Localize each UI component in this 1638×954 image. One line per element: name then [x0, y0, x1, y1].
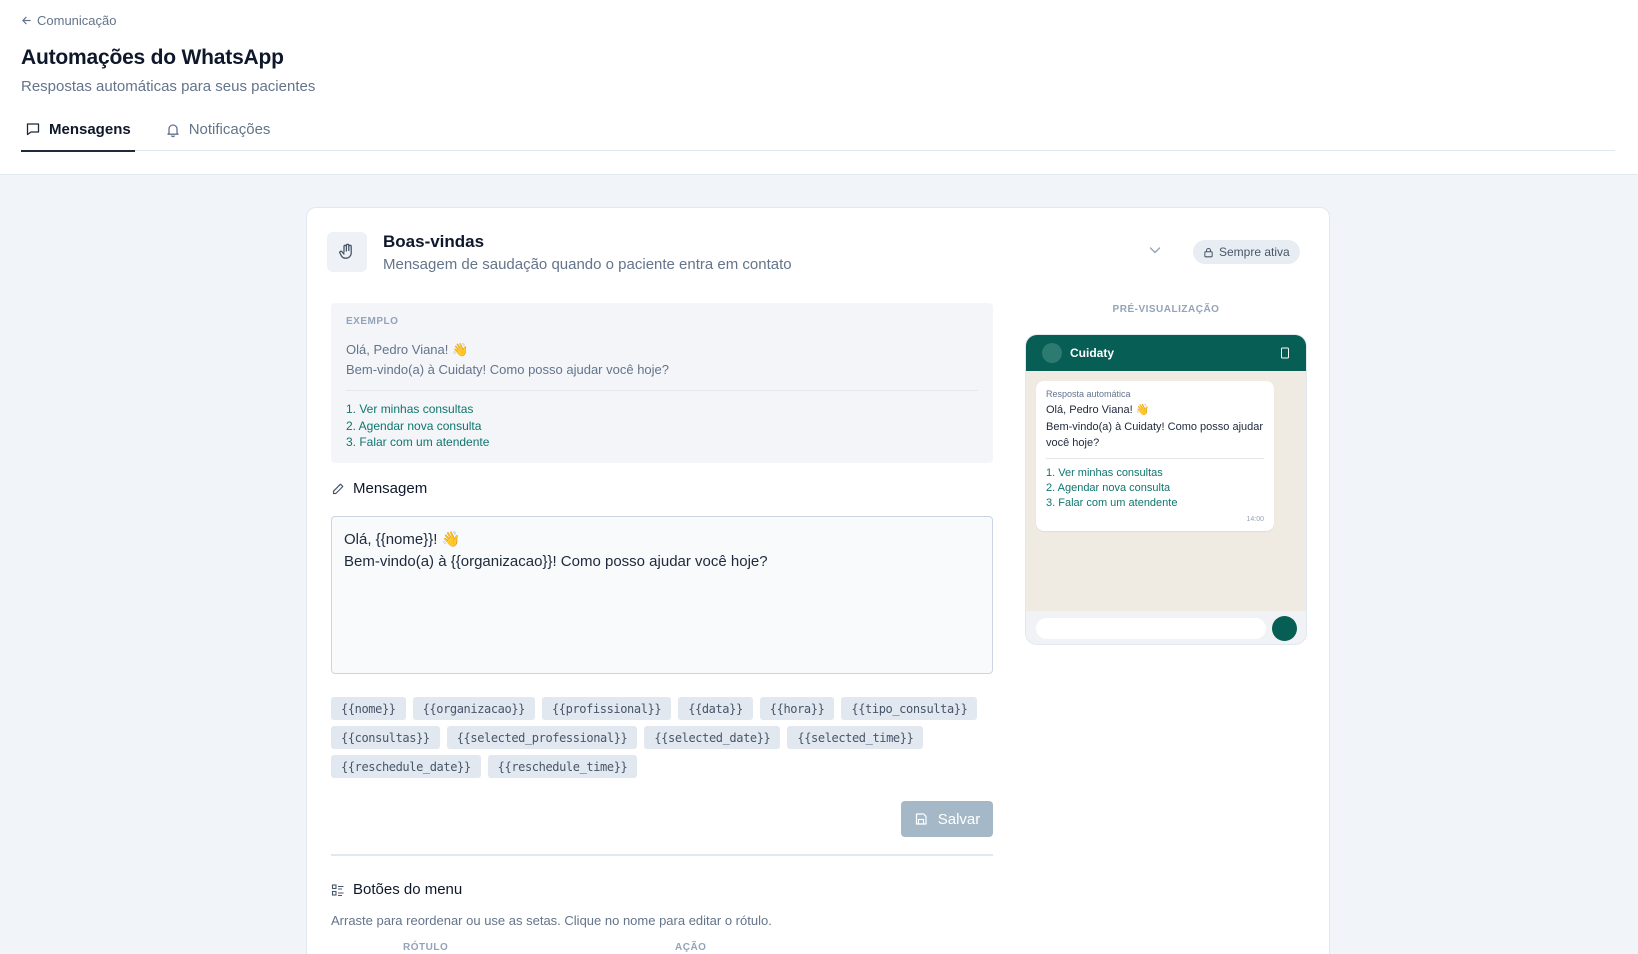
arrow-left-icon [22, 16, 31, 25]
lock-icon [1204, 247, 1213, 257]
variable-chip[interactable]: {{selected_date}} [644, 726, 781, 749]
automation-title: Boas-vindas [383, 232, 485, 251]
message-bubble: Resposta automática Olá, Pedro Viana! 👋 … [1036, 381, 1274, 531]
page-subtitle: Respostas automáticas para seus paciente… [21, 78, 316, 95]
example-option: 3. Falar com um atendente [346, 435, 490, 449]
bubble-option: 1. Ver minhas consultas [1046, 466, 1163, 479]
example-box: EXEMPLO Olá, Pedro Viana! 👋 Bem-vindo(a)… [331, 303, 993, 463]
column-header-action: AÇÃO [675, 942, 707, 953]
bubble-options: 1. Ver minhas consultas 2. Agendar nova … [1046, 466, 1264, 511]
phone-icon [1281, 347, 1289, 359]
variable-chip[interactable]: {{tipo_consulta}} [841, 697, 978, 720]
chevron-down-icon[interactable] [1147, 242, 1163, 258]
tab-label: Notificações [188, 121, 271, 138]
whatsapp-input-bar [1026, 611, 1306, 644]
save-icon [915, 813, 927, 825]
pencil-icon [332, 483, 344, 494]
column-header-label: RÓTULO [403, 942, 449, 953]
example-option: 1. Ver minhas consultas [346, 402, 474, 416]
variable-chip[interactable]: {{organizacao}} [412, 697, 535, 720]
tab-label: Mensagens [49, 120, 131, 138]
page-header: Comunicação Automações do WhatsApp Respo… [0, 0, 1638, 175]
variable-chip[interactable]: {{profissional}} [541, 697, 672, 720]
message-section-heading: Mensagem [331, 480, 427, 497]
menu-section-heading: Botões do menu [331, 881, 462, 898]
divider [331, 854, 993, 856]
tab-bar: Mensagens Notificações [21, 108, 1615, 152]
status-badge-label: Sempre ativa [1219, 245, 1290, 259]
back-link-label: Comunicação [37, 13, 117, 28]
bubble-option: 2. Agendar nova consulta [1046, 481, 1171, 494]
divider [1046, 457, 1264, 459]
status-badge: Sempre ativa [1193, 240, 1300, 264]
whatsapp-header: Cuidaty [1026, 335, 1306, 371]
contact-name: Cuidaty [1070, 346, 1115, 360]
divider [346, 390, 978, 391]
back-link[interactable]: Comunicação [21, 13, 117, 28]
avatar [1042, 343, 1062, 363]
save-button-label: Salvar [937, 810, 981, 828]
variable-chip[interactable]: {{data}} [678, 697, 753, 720]
variable-chip[interactable]: {{nome}} [331, 697, 406, 720]
auto-reply-label: Resposta automática [1046, 389, 1131, 399]
preview-label: PRÉ-VISUALIZAÇÃO [1112, 304, 1220, 315]
bubble-text: Olá, Pedro Viana! 👋 Bem-vindo(a) à Cuida… [1046, 404, 1264, 449]
example-options: 1. Ver minhas consultas 2. Agendar nova … [346, 401, 978, 451]
page-title: Automações do WhatsApp [21, 46, 284, 69]
send-button [1272, 616, 1297, 641]
message-heading-label: Mensagem [353, 480, 428, 497]
variable-chips: {{nome}} {{organizacao}} {{profissional}… [331, 697, 993, 778]
variable-chip[interactable]: {{reschedule_date}} [331, 755, 481, 778]
variable-chip[interactable]: {{reschedule_time}} [487, 755, 638, 778]
automation-description: Mensagem de saudação quando o paciente e… [383, 256, 792, 273]
variable-chip[interactable]: {{consultas}} [331, 726, 440, 749]
message-textarea[interactable]: Olá, {{nome}}! 👋 Bem-vindo(a) à {{organi… [331, 516, 993, 674]
whatsapp-preview: Cuidaty Resposta automática Olá, Pedro V… [1025, 334, 1307, 645]
list-icon [331, 883, 344, 896]
variable-chip[interactable]: {{hora}} [759, 697, 835, 720]
hand-icon [339, 243, 352, 259]
menu-heading-label: Botões do menu [353, 881, 463, 898]
save-button[interactable]: Salvar [901, 801, 993, 837]
example-label: EXEMPLO [346, 316, 399, 327]
variable-chip[interactable]: {{selected_professional}} [446, 726, 638, 749]
example-text: Olá, Pedro Viana! 👋 Bem-vindo(a) à Cuida… [346, 342, 670, 377]
bell-icon [167, 123, 179, 137]
example-option: 2. Agendar nova consulta [346, 418, 482, 433]
automation-card: Boas-vindas Mensagem de saudação quando … [306, 207, 1330, 954]
bubble-option: 3. Falar com um atendente [1046, 496, 1178, 509]
tab-mensagens[interactable]: Mensagens [21, 108, 135, 152]
tab-notificacoes[interactable]: Notificações [161, 108, 275, 151]
automation-icon-box [327, 232, 367, 272]
variable-chip[interactable]: {{selected_time}} [787, 726, 924, 749]
menu-description: Arraste para reordenar ou use as setas. … [331, 913, 772, 928]
message-square-icon [26, 123, 40, 136]
message-time: 14:00 [1246, 516, 1264, 523]
whatsapp-input [1036, 618, 1266, 639]
